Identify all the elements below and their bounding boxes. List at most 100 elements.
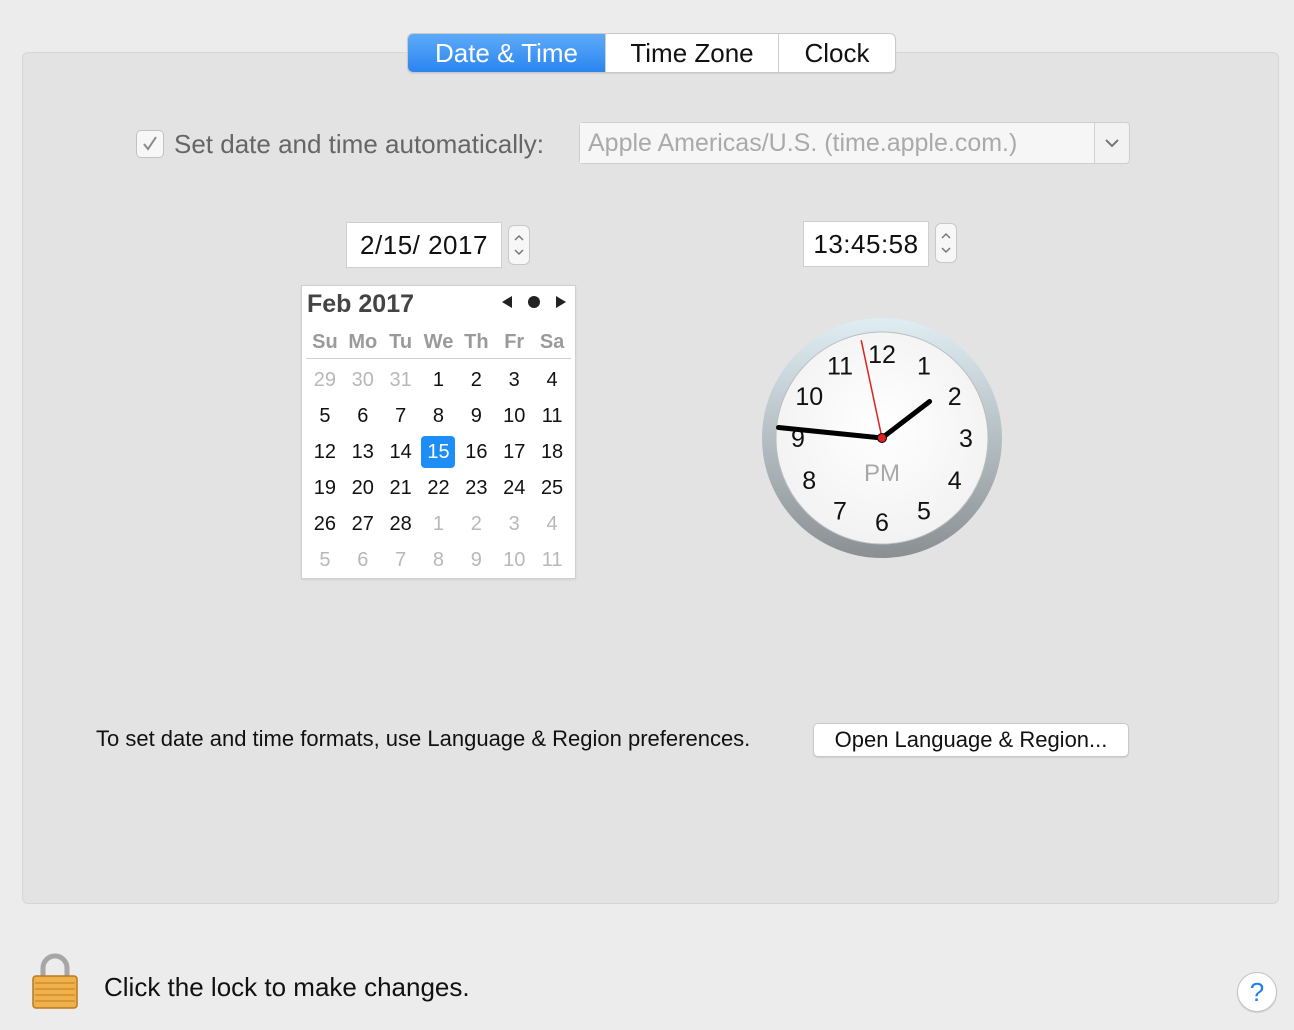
date-stepper[interactable] bbox=[508, 225, 530, 265]
calendar-day-number: 13 bbox=[351, 440, 374, 463]
stepper-arrows-icon bbox=[514, 234, 524, 256]
tab-time-zone[interactable]: Time Zone bbox=[606, 34, 779, 72]
calendar-day[interactable]: 22 bbox=[420, 470, 458, 506]
calendar-day[interactable]: 3 bbox=[495, 362, 533, 398]
weekday-label: Tu bbox=[389, 331, 413, 353]
calendar-day-number: 2 bbox=[470, 368, 482, 391]
calendar-day-number: 19 bbox=[313, 476, 337, 499]
calendar-day-number: 2 bbox=[470, 512, 482, 535]
clock-number: 5 bbox=[917, 498, 931, 526]
time-field[interactable]: 13:45:58 bbox=[803, 221, 929, 267]
calendar-day-selected[interactable]: 15 bbox=[420, 434, 458, 470]
calendar-day-number: 30 bbox=[351, 368, 374, 391]
formats-hint: To set date and time formats, use Langua… bbox=[96, 726, 751, 751]
calendar-divider bbox=[306, 358, 571, 359]
date-field[interactable]: 2/15/ 2017 bbox=[346, 222, 502, 268]
calendar-day[interactable]: 20 bbox=[344, 470, 382, 506]
calendar-day[interactable]: 5 bbox=[306, 542, 344, 578]
calendar-day[interactable]: 30 bbox=[344, 362, 382, 398]
calendar-day-number: 7 bbox=[395, 548, 407, 571]
calendar-day-number: 26 bbox=[313, 512, 337, 535]
calendar-day[interactable]: 11 bbox=[533, 398, 571, 434]
time-server-value: Apple Americas/U.S. (time.apple.com.) bbox=[580, 123, 1094, 163]
checkmark-icon bbox=[143, 136, 157, 151]
time-server-select[interactable]: Apple Americas/U.S. (time.apple.com.) bbox=[579, 122, 1130, 164]
calendar-day[interactable]: 9 bbox=[457, 398, 495, 434]
calendar-day-number: 23 bbox=[465, 476, 488, 499]
lock-message: Click the lock to make changes. bbox=[104, 972, 470, 1002]
calendar-day[interactable]: 16 bbox=[457, 434, 495, 470]
help-button[interactable]: ? bbox=[1237, 972, 1277, 1012]
calendar-day[interactable]: 18 bbox=[533, 434, 571, 470]
chevron-down-icon[interactable] bbox=[1094, 123, 1129, 163]
calendar-day[interactable]: 31 bbox=[382, 362, 420, 398]
calendar-day-number: 17 bbox=[503, 440, 526, 463]
calendar-day-number: 31 bbox=[389, 368, 412, 391]
calendar-day[interactable]: 26 bbox=[306, 506, 344, 542]
today-dot-icon[interactable] bbox=[527, 295, 541, 309]
calendar-day[interactable]: 21 bbox=[382, 470, 420, 506]
calendar-day-number: 16 bbox=[465, 440, 488, 463]
calendar-day-number: 29 bbox=[313, 368, 337, 391]
calendar-day[interactable]: 8 bbox=[420, 542, 458, 578]
calendar-day-number: 5 bbox=[319, 548, 331, 571]
calendar-day-number: 7 bbox=[395, 404, 407, 427]
calendar-day[interactable]: 2 bbox=[457, 362, 495, 398]
calendar-day[interactable]: 27 bbox=[344, 506, 382, 542]
calendar-day[interactable]: 2 bbox=[457, 506, 495, 542]
calendar-day[interactable]: 6 bbox=[344, 398, 382, 434]
calendar-day[interactable]: 10 bbox=[495, 542, 533, 578]
calendar-day-number: 22 bbox=[427, 476, 450, 499]
calendar-day[interactable]: 9 bbox=[457, 542, 495, 578]
calendar-day[interactable]: 8 bbox=[420, 398, 458, 434]
clock-number: 1 bbox=[917, 352, 931, 380]
calendar-day[interactable]: 10 bbox=[495, 398, 533, 434]
calendar-day[interactable]: 24 bbox=[495, 470, 533, 506]
auto-time-label: Set date and time automatically: bbox=[174, 128, 544, 159]
calendar-day[interactable]: 23 bbox=[457, 470, 495, 506]
preferences-panel bbox=[22, 52, 1279, 904]
tab-date-time[interactable]: Date & Time bbox=[408, 34, 606, 72]
calendar-day-number: 15 bbox=[421, 436, 456, 468]
calendar-day-number: 18 bbox=[540, 440, 564, 463]
open-language-region-button[interactable]: Open Language & Region... bbox=[813, 723, 1129, 757]
auto-time-checkbox[interactable] bbox=[136, 130, 164, 158]
calendar-day-number: 21 bbox=[389, 476, 412, 499]
clock-number: 8 bbox=[802, 467, 816, 495]
previous-month-icon[interactable] bbox=[501, 295, 513, 309]
calendar-day[interactable]: 4 bbox=[533, 362, 571, 398]
calendar-day[interactable]: 28 bbox=[382, 506, 420, 542]
calendar-day[interactable]: 3 bbox=[495, 506, 533, 542]
next-month-icon[interactable] bbox=[555, 295, 567, 309]
calendar-weekday-header: Su Mo Tu We Th Fr Sa bbox=[306, 331, 571, 354]
calendar-day[interactable]: 5 bbox=[306, 398, 344, 434]
clock-center bbox=[877, 433, 887, 443]
tab-clock[interactable]: Clock bbox=[779, 34, 895, 72]
calendar-day[interactable]: 12 bbox=[306, 434, 344, 470]
time-stepper[interactable] bbox=[935, 223, 957, 263]
calendar-day[interactable]: 6 bbox=[344, 542, 382, 578]
calendar-days: 29 30 31 1 2 3 4 5 6 7 8 9 10 11 12 13 14 15 16 17 18 19 20 21 2… bbox=[306, 362, 571, 578]
calendar-day-number: 10 bbox=[503, 404, 526, 427]
calendar-day[interactable]: 1 bbox=[420, 362, 458, 398]
calendar-day[interactable]: 25 bbox=[533, 470, 571, 506]
lock-icon[interactable] bbox=[31, 952, 79, 1010]
weekday-label: Th bbox=[464, 331, 489, 353]
calendar: Feb 2017 Su Mo Tu We Th Fr Sa 29 30 31 1 2 3 4 5 6 7 8 9 1… bbox=[301, 285, 576, 579]
calendar-day[interactable]: 4 bbox=[533, 506, 571, 542]
clock-number: 7 bbox=[833, 498, 847, 526]
calendar-day[interactable]: 14 bbox=[382, 434, 420, 470]
clock-number: 3 bbox=[959, 425, 973, 453]
clock-period: PM bbox=[864, 460, 900, 487]
weekday-label: We bbox=[423, 331, 454, 353]
calendar-day-number: 8 bbox=[432, 548, 445, 571]
calendar-day[interactable]: 17 bbox=[495, 434, 533, 470]
calendar-day[interactable]: 29 bbox=[306, 362, 344, 398]
calendar-day[interactable]: 1 bbox=[420, 506, 458, 542]
calendar-day[interactable]: 13 bbox=[344, 434, 382, 470]
calendar-day[interactable]: 11 bbox=[533, 542, 571, 578]
calendar-day-number: 14 bbox=[389, 440, 412, 463]
calendar-day[interactable]: 7 bbox=[382, 398, 420, 434]
calendar-day[interactable]: 7 bbox=[382, 542, 420, 578]
calendar-day[interactable]: 19 bbox=[306, 470, 344, 506]
